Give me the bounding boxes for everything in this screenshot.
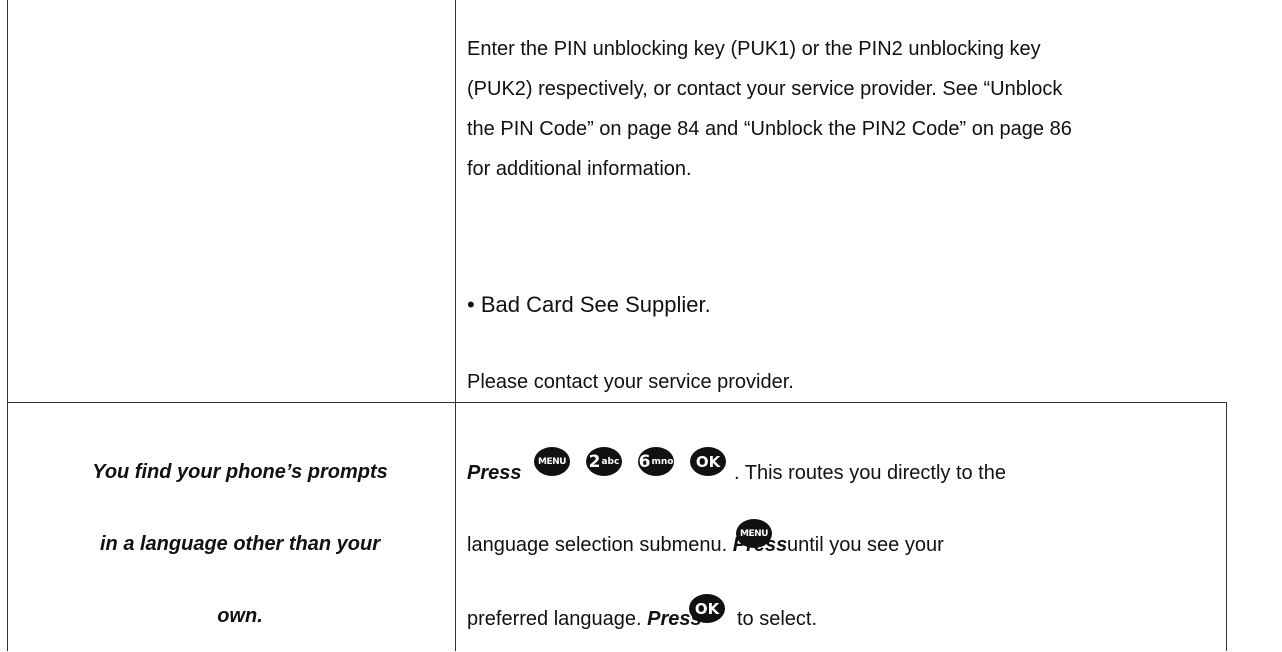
- ok-key-icon: OK: [690, 447, 726, 476]
- solution-line-3: preferred language. Press: [467, 608, 702, 630]
- table-right-border: [1226, 402, 1227, 651]
- table-left-border: [7, 0, 8, 651]
- problem-line-3: own.: [217, 605, 263, 627]
- key-2-abc-icon: 2 abc: [586, 447, 622, 476]
- ok-key-icon: OK: [689, 594, 725, 623]
- press-label: Press: [467, 462, 522, 484]
- contact-provider-text: Please contact your service provider.: [467, 371, 794, 393]
- solution-line-3-tail: to select.: [737, 608, 818, 630]
- problem-line-1: You find your phone’s prompts: [92, 461, 388, 483]
- puk-line-4: for additional information.: [467, 158, 692, 180]
- menu-key-icon: MENU: [736, 519, 772, 548]
- solution-line-1-tail: . This routes you directly to the: [734, 462, 1006, 484]
- table-row-divider: [7, 402, 1227, 403]
- menu-key-icon: MENU: [534, 447, 570, 476]
- key-6-mno-icon: 6 mno: [638, 447, 674, 476]
- puk-line-2: (PUK2) respectively, or contact your ser…: [467, 78, 1063, 100]
- puk-line-3: the PIN Code” on page 84 and “Unblock th…: [467, 118, 1072, 140]
- solution-line-1: Press: [467, 462, 522, 485]
- bad-card-bullet: • Bad Card See Supplier.: [467, 292, 711, 317]
- menu-key-label: MENU: [538, 456, 566, 467]
- puk-line-1: Enter the PIN unblocking key (PUK1) or t…: [467, 38, 1041, 60]
- solution-line-2-tail: until you see your: [787, 534, 944, 556]
- problem-description: You find your phone’s prompts in a langu…: [40, 436, 440, 652]
- table-column-divider: [455, 0, 456, 651]
- problem-line-2: in a language other than your: [99, 533, 381, 555]
